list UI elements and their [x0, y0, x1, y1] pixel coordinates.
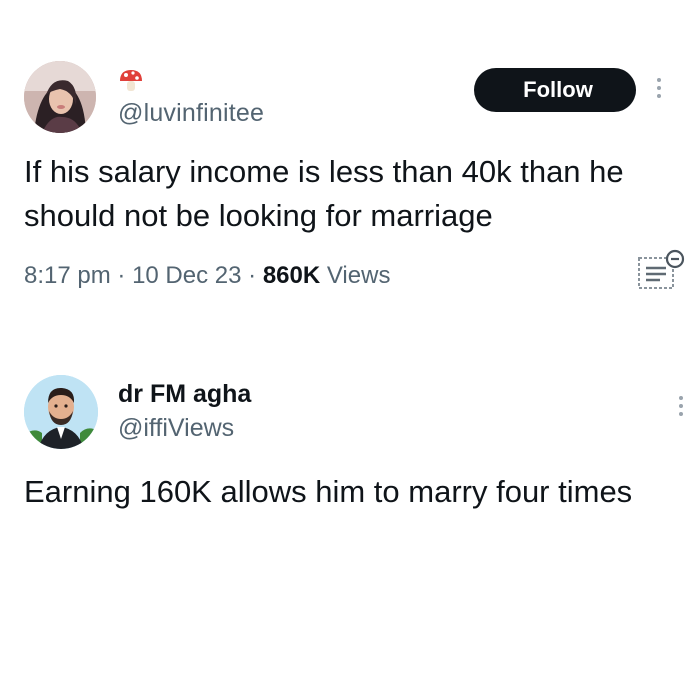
views-count[interactable]: 860K: [263, 262, 320, 289]
author-handle[interactable]: @iffiViews: [118, 414, 234, 443]
follow-button[interactable]: Follow: [474, 68, 636, 112]
tweet-text: If his salary income is less than 40k th…: [24, 154, 624, 233]
author-name[interactable]: dr FM agha: [118, 380, 251, 409]
meta-separator: ·: [117, 262, 126, 289]
reply-text: Earning 160K allows him to marry four ti…: [24, 474, 633, 509]
views-label[interactable]: Views: [327, 262, 391, 289]
avatar-luvinfinitee[interactable]: [24, 61, 96, 133]
mushroom-icon: [118, 69, 144, 93]
translate-icon[interactable]: [636, 248, 686, 292]
tweet-meta: 8:17 pm · 10 Dec 23 · 860K Views: [24, 262, 390, 290]
author-handle[interactable]: @luvinfinitee: [118, 99, 264, 128]
meta-separator: ·: [248, 262, 257, 289]
tweet-time[interactable]: 8:17 pm: [24, 262, 111, 289]
avatar-iffiviews[interactable]: [24, 375, 98, 449]
more-vertical-icon[interactable]: [656, 78, 662, 102]
more-vertical-icon[interactable]: [678, 396, 684, 420]
tweet-date[interactable]: 10 Dec 23: [132, 262, 241, 289]
